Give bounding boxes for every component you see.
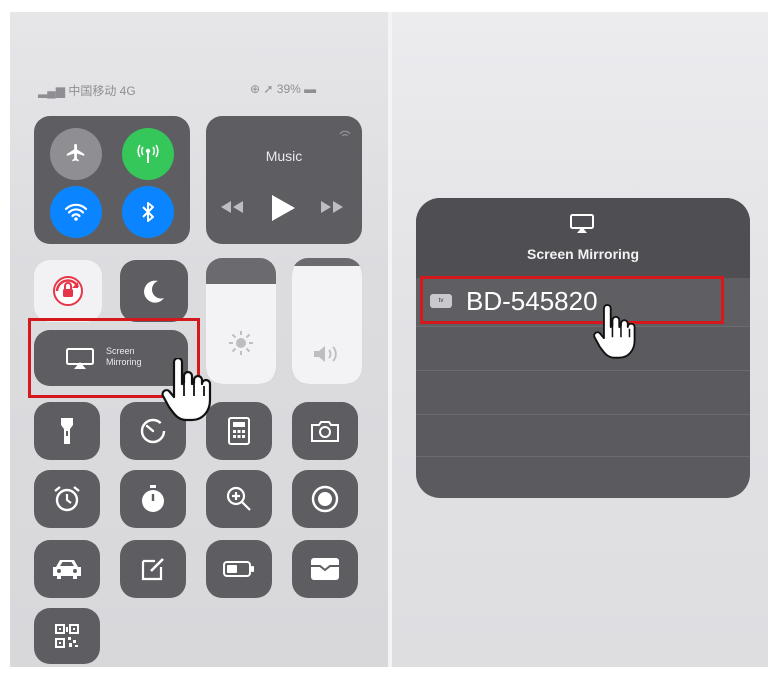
- music-tile[interactable]: Music: [206, 116, 362, 244]
- next-track-button[interactable]: [320, 200, 344, 219]
- screen-mirroring-sheet: Screen Mirroring tv BD-545820: [416, 198, 750, 498]
- wifi-toggle[interactable]: [50, 186, 102, 238]
- magnifier-icon: [226, 486, 251, 511]
- alarm-button[interactable]: [34, 470, 100, 528]
- screen-mirroring-pane: Screen Mirroring tv BD-545820: [392, 12, 768, 667]
- status-carrier: ▂▄▆ 中国移动 4G: [38, 84, 136, 98]
- antenna-icon: [137, 144, 159, 163]
- camera-icon: [311, 421, 339, 442]
- location-icon: ⊕ ➚: [250, 82, 274, 96]
- camera-button[interactable]: [292, 402, 358, 460]
- battery-icon: [223, 561, 254, 577]
- airplane-icon: [66, 143, 85, 162]
- play-icon: [272, 195, 295, 221]
- airplane-mode-toggle[interactable]: [50, 128, 102, 180]
- battery-icon: ▬: [304, 82, 317, 96]
- speaker-icon: [314, 346, 337, 362]
- driving-mode-button[interactable]: [34, 540, 100, 598]
- sun-icon: [229, 331, 253, 355]
- calculator-icon: [228, 417, 250, 445]
- play-button[interactable]: [270, 194, 296, 227]
- connectivity-group: [34, 116, 190, 244]
- notes-button[interactable]: [120, 540, 186, 598]
- car-icon: [53, 560, 81, 579]
- notes-icon: [141, 558, 164, 581]
- magnifier-button[interactable]: [206, 470, 272, 528]
- record-icon: [311, 485, 339, 513]
- pointer-hand-icon: [593, 304, 636, 359]
- qr-code-icon: [55, 624, 79, 648]
- pointer-hand-icon: [161, 358, 212, 422]
- stopwatch-icon: [142, 485, 164, 512]
- bluetooth-icon: [142, 202, 154, 222]
- sheet-title: Screen Mirroring: [526, 246, 640, 262]
- screen-record-button[interactable]: [292, 470, 358, 528]
- stopwatch-button[interactable]: [120, 470, 186, 528]
- flashlight-button[interactable]: [34, 402, 100, 460]
- highlight-box-device: [420, 276, 724, 324]
- rotation-lock-icon: [53, 276, 83, 306]
- alarm-clock-icon: [54, 486, 80, 512]
- brightness-slider[interactable]: [206, 258, 276, 384]
- rewind-icon: [221, 201, 243, 213]
- volume-slider[interactable]: [292, 258, 362, 384]
- airplay-audio-icon: [339, 130, 351, 137]
- signal-icon: ▂▄▆: [38, 84, 65, 98]
- wallet-icon: [311, 558, 339, 580]
- previous-track-button[interactable]: [220, 200, 244, 219]
- cellular-data-toggle[interactable]: [122, 128, 174, 180]
- control-center-pane: ▂▄▆ 中国移动 4G ⊕ ➚ 39% ▬ Music Screen Mirro…: [10, 12, 388, 667]
- orientation-lock-toggle[interactable]: [34, 260, 102, 322]
- wifi-icon: [64, 203, 88, 221]
- moon-icon: [144, 280, 164, 303]
- music-title: Music: [265, 148, 303, 164]
- screen-mirroring-icon: [570, 214, 594, 233]
- calculator-button[interactable]: [206, 402, 272, 460]
- bluetooth-toggle[interactable]: [122, 186, 174, 238]
- wallet-button[interactable]: [292, 540, 358, 598]
- do-not-disturb-toggle[interactable]: [120, 260, 188, 322]
- flashlight-icon: [61, 418, 73, 444]
- qr-scanner-button[interactable]: [34, 608, 100, 664]
- low-power-button[interactable]: [206, 540, 272, 598]
- fast-forward-icon: [321, 201, 343, 213]
- status-battery: ⊕ ➚ 39% ▬: [250, 82, 317, 96]
